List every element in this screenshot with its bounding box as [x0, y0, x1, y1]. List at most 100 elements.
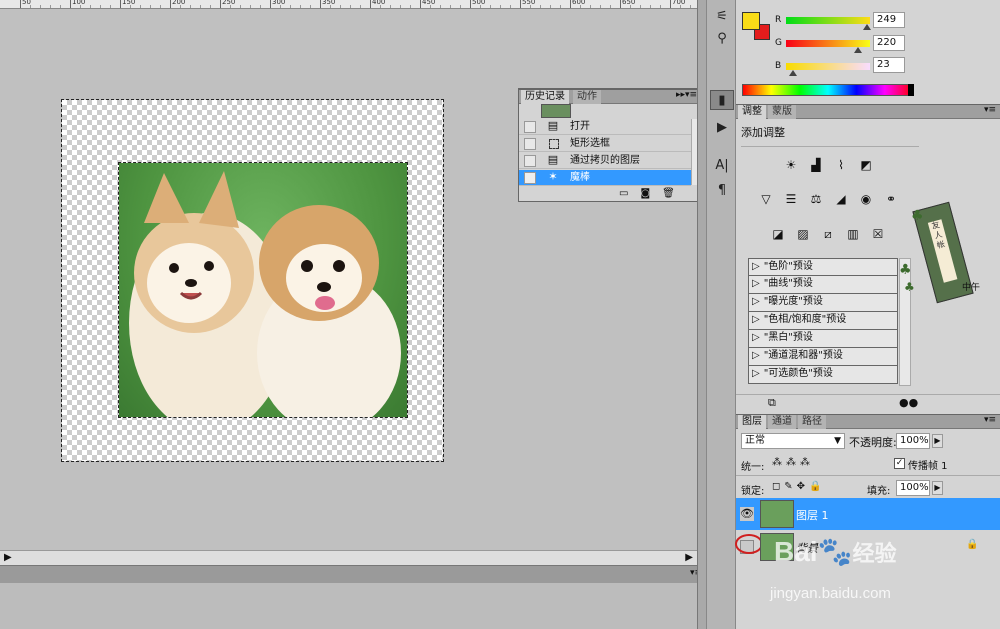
- unify-icons[interactable]: ⁂⁂⁂: [772, 457, 814, 468]
- green-slider[interactable]: [786, 40, 870, 47]
- collapsed-panels-strip[interactable]: ⚟ ⚲ ▮ ▶ A| ¶: [706, 0, 736, 629]
- dogs-image: [129, 171, 401, 417]
- adjustment-presets-list[interactable]: ▷ "色阶"预设 ▷ "曲线"预设 ▷ "曝光度"预设 ▷ "色相/饱和度"预设 ▷ "黑…: [748, 258, 898, 386]
- ruler-minor-tick: [460, 5, 461, 8]
- tab-actions[interactable]: 动作: [573, 90, 601, 104]
- foreground-color-swatch-fill[interactable]: [742, 12, 760, 30]
- red-value-input[interactable]: 249: [873, 12, 905, 28]
- panel-menu-icon[interactable]: ▾≡: [984, 415, 996, 425]
- history-source-checkbox[interactable]: [524, 155, 536, 167]
- history-item-selected[interactable]: ✶ 魔棒: [519, 170, 691, 186]
- panel-menu-icon[interactable]: ▾≡: [685, 90, 697, 100]
- brush-settings-icon[interactable]: ⚟: [710, 6, 734, 26]
- color-spectrum-ramp[interactable]: [742, 84, 914, 96]
- history-item[interactable]: ▤ 打开: [519, 119, 691, 135]
- watermark-brand-text: Bai: [774, 536, 818, 567]
- list-item[interactable]: ▷ "可选颜色"预设: [748, 366, 898, 384]
- opacity-input[interactable]: 100%: [896, 433, 930, 449]
- photo-filter-icon[interactable]: ◉: [856, 190, 876, 208]
- list-item[interactable]: ▷ "曲线"预设: [748, 276, 898, 294]
- scroll-left-arrow-icon[interactable]: ▶: [4, 552, 12, 563]
- history-source-checkbox[interactable]: [524, 172, 536, 184]
- expand-triangle-icon[interactable]: ▷: [752, 312, 760, 329]
- brightness-contrast-icon[interactable]: ☀: [781, 156, 801, 174]
- tab-adjustments[interactable]: 调整: [738, 105, 766, 119]
- opacity-slider-arrow-icon[interactable]: ▶: [932, 434, 943, 448]
- blue-slider-thumb[interactable]: [789, 70, 797, 76]
- horizontal-scrollbar[interactable]: ▶ ▶: [0, 550, 697, 565]
- black-swatch[interactable]: [908, 84, 914, 96]
- propagate-label: 传播帧 1: [908, 461, 948, 472]
- navigator-icon[interactable]: ▮: [710, 90, 734, 110]
- dog-photo-layer[interactable]: [118, 162, 408, 418]
- blue-value-input[interactable]: 23: [873, 57, 905, 73]
- exposure-icon[interactable]: ◩: [856, 156, 876, 174]
- vibrance-icon[interactable]: ▽: [756, 190, 776, 208]
- history-item[interactable]: ▤ 通过拷贝的图层: [519, 153, 691, 169]
- red-slider-thumb[interactable]: [863, 24, 871, 30]
- fill-slider-arrow-icon[interactable]: ▶: [932, 481, 943, 495]
- list-item[interactable]: ▷ "曝光度"预设: [748, 294, 898, 312]
- curves-icon[interactable]: ⌇: [831, 156, 851, 174]
- character-icon[interactable]: A|: [710, 155, 734, 175]
- expand-triangle-icon[interactable]: ▷: [752, 348, 760, 365]
- expand-triangle-icon[interactable]: ▷: [752, 330, 760, 347]
- gradient-map-icon[interactable]: ▥: [843, 225, 863, 243]
- list-item[interactable]: ▷ "色阶"预设: [748, 258, 898, 276]
- panel-divider[interactable]: [697, 0, 706, 629]
- clover-icon: ♣: [911, 208, 924, 224]
- propagate-checkbox[interactable]: ✓: [894, 458, 905, 469]
- ruler-minor-tick: [540, 5, 541, 8]
- list-item[interactable]: ▷ "通道混和器"预设: [748, 348, 898, 366]
- blend-mode-select[interactable]: 正常 ▼: [741, 433, 845, 449]
- levels-icon[interactable]: ▟: [806, 156, 826, 174]
- history-item-label: 通过拷贝的图层: [570, 155, 640, 166]
- posterize-icon[interactable]: ▨: [793, 225, 813, 243]
- divider: [741, 146, 919, 147]
- clone-source-icon[interactable]: ⚲: [710, 28, 734, 48]
- black-white-icon[interactable]: ◢: [831, 190, 851, 208]
- panel-menu-icon[interactable]: ▾≡: [984, 105, 996, 115]
- green-value-input[interactable]: 220: [873, 35, 905, 51]
- threshold-icon[interactable]: ⧄: [818, 225, 838, 243]
- red-slider[interactable]: [786, 17, 870, 24]
- history-panel[interactable]: 历史记录 动作 ▸▸ ▾≡ ▤ 打开 矩形选框 ▤ 通过拷贝的图层 ✶ 魔棒 ▭…: [518, 88, 700, 202]
- panel-collapse-icon[interactable]: ▸▸: [676, 90, 685, 100]
- history-source-checkbox[interactable]: [524, 121, 536, 133]
- preset-label: "黑白"预设: [763, 332, 813, 343]
- blue-slider[interactable]: [786, 63, 870, 70]
- fill-input[interactable]: 100%: [896, 480, 930, 496]
- green-slider-thumb[interactable]: [854, 47, 862, 53]
- tab-paths[interactable]: 路径: [798, 415, 826, 429]
- paragraph-icon[interactable]: ¶: [710, 180, 734, 200]
- history-source-checkbox[interactable]: [524, 138, 536, 150]
- expand-triangle-icon[interactable]: ▷: [752, 294, 760, 311]
- tab-channels[interactable]: 通道: [768, 415, 796, 429]
- animation-icon[interactable]: ▶: [710, 117, 734, 137]
- clip-icon[interactable]: ⧉: [768, 396, 776, 410]
- lock-options-icons[interactable]: ◻✎✥🔒: [772, 481, 826, 492]
- history-item[interactable]: 矩形选框: [519, 136, 691, 152]
- invert-icon[interactable]: ◪: [768, 225, 788, 243]
- tab-history[interactable]: 历史记录: [521, 90, 569, 104]
- expand-triangle-icon[interactable]: ▷: [752, 259, 760, 275]
- eye-icon[interactable]: 👁: [740, 507, 754, 521]
- expand-triangle-icon[interactable]: ▷: [752, 366, 760, 383]
- color-balance-icon[interactable]: ⚖: [806, 190, 826, 208]
- visibility-toggle-icon[interactable]: ●●: [899, 396, 918, 409]
- list-item[interactable]: ▷ "色相/饱和度"预设: [748, 312, 898, 330]
- tab-layers[interactable]: 图层: [738, 415, 766, 429]
- layer-row[interactable]: 👁 图层 1: [736, 498, 1000, 530]
- expand-triangle-icon[interactable]: ▷: [752, 276, 760, 293]
- hue-saturation-icon[interactable]: ☰: [781, 190, 801, 208]
- layer-thumbnail[interactable]: [760, 500, 794, 528]
- layer-name[interactable]: 图层 1: [796, 507, 829, 523]
- scroll-right-arrow-icon[interactable]: ▶: [685, 552, 693, 563]
- tab-masks[interactable]: 蒙版: [768, 105, 796, 119]
- ruler-minor-tick: [600, 5, 601, 8]
- snapshot-thumbnail[interactable]: [541, 104, 571, 118]
- channel-mixer-icon[interactable]: ⚭: [881, 190, 901, 208]
- ruler-minor-tick: [690, 5, 691, 8]
- list-item[interactable]: ▷ "黑白"预设: [748, 330, 898, 348]
- selective-color-icon[interactable]: ☒: [868, 225, 888, 243]
